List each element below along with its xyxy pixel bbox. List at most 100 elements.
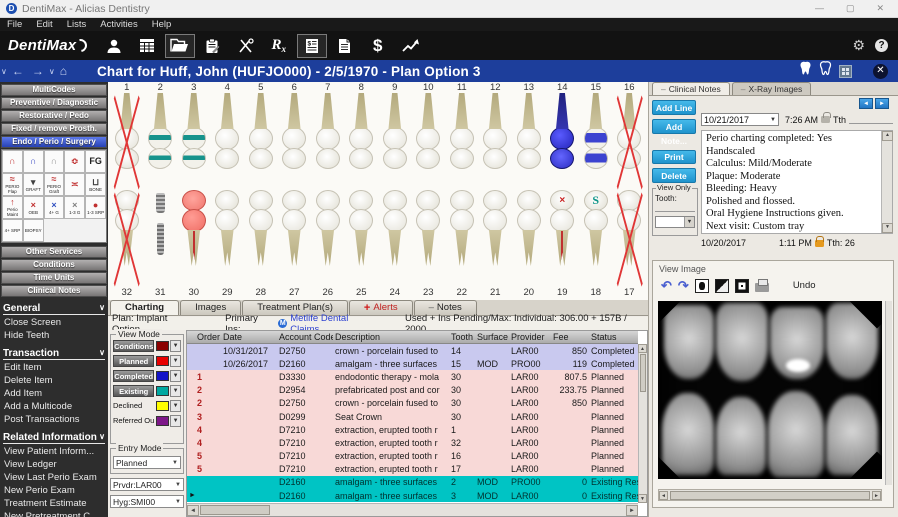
palette-cell-perio-graft[interactable]: ≈ PERIO Graft — [43, 173, 65, 196]
section-header-general[interactable]: General ∨ — [3, 303, 105, 315]
table-row[interactable]: 3 D0299 Seat Crown 30 LAR00 Planned — [187, 409, 638, 424]
prev-note-button[interactable]: ◄ — [859, 98, 873, 109]
instruments-icon[interactable] — [231, 34, 261, 58]
swatch-dropdown[interactable]: ▼ — [170, 384, 181, 397]
invert-icon[interactable] — [734, 278, 749, 293]
back-icon[interactable]: ← — [12, 64, 24, 78]
table-row[interactable]: 4 D7210 extraction, erupted tooth r 32 LAR00… — [187, 436, 638, 450]
lower-tooth-30[interactable]: 30 — [177, 190, 211, 298]
section-header-transaction[interactable]: Transaction ∨ — [3, 348, 105, 360]
menu-item-edit[interactable]: Edit — [29, 19, 59, 30]
scroll-right-icon[interactable]: ► — [626, 504, 638, 516]
upper-tooth-8[interactable]: 8 — [345, 82, 379, 190]
sidebar-item-new-pretreatment-c[interactable]: New Pretreatment C... — [0, 510, 108, 517]
sidebar-item-add-item[interactable]: Add Item — [0, 387, 108, 400]
sidebar-item-delete-item[interactable]: Delete Item — [0, 374, 108, 387]
menu-item-file[interactable]: File — [0, 19, 29, 30]
brightness-icon[interactable] — [694, 278, 709, 293]
service-button-time-units[interactable]: Time Units — [1, 272, 107, 284]
palette-cell-glyph-3[interactable]: ≎ — [64, 150, 86, 173]
upper-tooth-4[interactable]: 4 — [211, 82, 245, 190]
fee-schedule-icon[interactable]: $ — [296, 33, 327, 58]
palette-cell-bone[interactable]: ⊔ BONE — [85, 173, 106, 196]
column-header-description[interactable]: Description — [333, 332, 449, 342]
upper-tooth-3[interactable]: 3 — [177, 82, 211, 190]
xray-image[interactable] — [658, 301, 882, 479]
provider-select[interactable]: Prvdr:LAR00 ▼ — [110, 478, 184, 491]
sidebar-item-treatment-estimate[interactable]: Treatment Estimate — [0, 497, 108, 510]
patients-icon[interactable] — [99, 34, 129, 58]
prescriptions-icon[interactable]: Rx — [264, 34, 294, 58]
table-row[interactable]: 4 D7210 extraction, erupted tooth r 1 LAR00 P… — [187, 423, 638, 437]
palette-cell-glyph-4[interactable]: FG — [85, 150, 106, 173]
column-header-account-code[interactable]: Account Code — [277, 332, 333, 342]
swatch-dropdown[interactable]: ▼ — [170, 414, 182, 427]
lower-tooth-19[interactable]: × 19 — [546, 190, 580, 298]
palette-cell-4-srp[interactable]: 4+ SRP — [2, 219, 23, 242]
lower-tooth-25[interactable]: 25 — [345, 190, 379, 298]
palette-cell-1-3-g[interactable]: × 1-3 G — [64, 196, 86, 219]
sidebar-item-edit-item[interactable]: Edit Item — [0, 361, 108, 374]
column-header-status[interactable]: Status — [589, 332, 638, 342]
minimize-icon[interactable]: — — [815, 3, 824, 14]
lower-tooth-23[interactable]: 23 — [412, 190, 446, 298]
sidebar-item-view-last-perio-exam[interactable]: View Last Perio Exam — [0, 471, 108, 484]
note2-header[interactable]: 10/20/2017 1:11 PM Tth: 26 — [701, 235, 893, 248]
table-row[interactable]: 5 D7210 extraction, erupted tooth r 16 LAR00… — [187, 449, 638, 463]
add-line-button[interactable]: Add Line — [652, 100, 696, 115]
menu-item-activities[interactable]: Activities — [93, 19, 144, 30]
layout-grid-icon[interactable] — [839, 64, 852, 78]
upper-tooth-1[interactable]: 1 — [110, 82, 144, 190]
lower-tooth-18[interactable]: S 18 — [579, 190, 613, 298]
tooth-filter-select[interactable]: ▼ — [655, 216, 695, 228]
note1-tooth-input[interactable] — [849, 115, 893, 124]
table-row[interactable]: 2 D2750 crown - porcelain fused to 30 LAR00 8… — [187, 396, 638, 410]
maximize-icon[interactable]: ▢ — [846, 3, 855, 14]
lower-tooth-24[interactable]: 24 — [378, 190, 412, 298]
lower-tooth-20[interactable]: 20 — [512, 190, 546, 298]
redo-icon[interactable]: ↷ — [678, 279, 689, 292]
palette-cell-oeb[interactable]: × OEB — [22, 196, 44, 219]
sidebar-item-add-a-multicode[interactable]: Add a Multicode — [0, 400, 108, 413]
reports-icon[interactable] — [396, 34, 426, 58]
palette-cell-biopsy[interactable]: BIOPSY — [22, 219, 44, 242]
service-button-conditions[interactable]: Conditions — [1, 259, 107, 271]
service-button-clinical-notes[interactable]: Clinical Notes — [1, 285, 107, 297]
upper-tooth-9[interactable]: 9 — [378, 82, 412, 190]
image-vertical-scrollbar[interactable] — [885, 301, 892, 485]
swatch-dropdown[interactable]: ▼ — [170, 369, 181, 382]
home-icon[interactable]: ⌂ — [60, 64, 67, 78]
scroll-up-icon[interactable]: ▲ — [638, 344, 647, 353]
table-row[interactable]: 10/31/2017 D2750 crown - porcelain fused t… — [187, 344, 638, 358]
category-button-preventive-diagnostic[interactable]: Preventive / Diagnostic — [1, 97, 107, 109]
note1-date-select[interactable]: 10/21/2017 ▼ — [701, 113, 779, 126]
category-button-fixed-remove-prosth[interactable]: Fixed / remove Prosth. — [1, 123, 107, 135]
print-image-icon[interactable] — [754, 278, 769, 292]
lower-tooth-27[interactable]: 27 — [278, 190, 312, 298]
upper-tooth-2[interactable]: 2 — [144, 82, 178, 190]
section-header-related-information[interactable]: Related Information ∨ — [3, 432, 105, 444]
delete-note-button[interactable]: Delete Note — [652, 168, 696, 195]
scroll-up-icon[interactable]: ▲ — [882, 131, 893, 141]
table-row[interactable]: ► D2160 amalgam - three surfaces 3 MOD LAR00 0… — [187, 489, 638, 503]
lower-tooth-17[interactable]: 17 — [613, 190, 647, 298]
column-header-surface[interactable]: Surface — [475, 332, 509, 342]
sidebar-item-new-perio-exam[interactable]: New Perio Exam — [0, 484, 108, 497]
chevron-down-icon[interactable]: ∨ — [49, 67, 55, 76]
lower-tooth-22[interactable]: 22 — [445, 190, 479, 298]
upper-tooth-13[interactable]: 13 — [512, 82, 546, 190]
sidebar-item-hide-teeth[interactable]: Hide Teeth — [0, 329, 108, 342]
swatch-dropdown[interactable]: ▼ — [170, 339, 181, 352]
palette-cell-glyph-8[interactable]: ≍ — [64, 173, 86, 196]
scroll-down-icon[interactable]: ▼ — [882, 223, 893, 233]
sidebar-item-view-patient-inform[interactable]: View Patient Inform... — [0, 445, 108, 458]
close-window-icon[interactable]: ✕ — [876, 3, 884, 14]
chevron-down-icon[interactable]: ∨ — [1, 67, 7, 76]
table-row[interactable]: 10/26/2017 D2160 amalgam - three surfaces 1… — [187, 357, 638, 371]
palette-cell-perio-maint[interactable]: ↑ Perio Maint — [2, 196, 23, 219]
table-row[interactable]: 5 D7210 extraction, erupted tooth r 17 LAR00… — [187, 462, 638, 476]
undo-label[interactable]: Undo — [793, 280, 816, 291]
upper-tooth-11[interactable]: 11 — [445, 82, 479, 190]
palette-cell-graft[interactable]: ▾ GRAFT — [22, 173, 44, 196]
payments-icon[interactable]: $ — [363, 34, 393, 58]
